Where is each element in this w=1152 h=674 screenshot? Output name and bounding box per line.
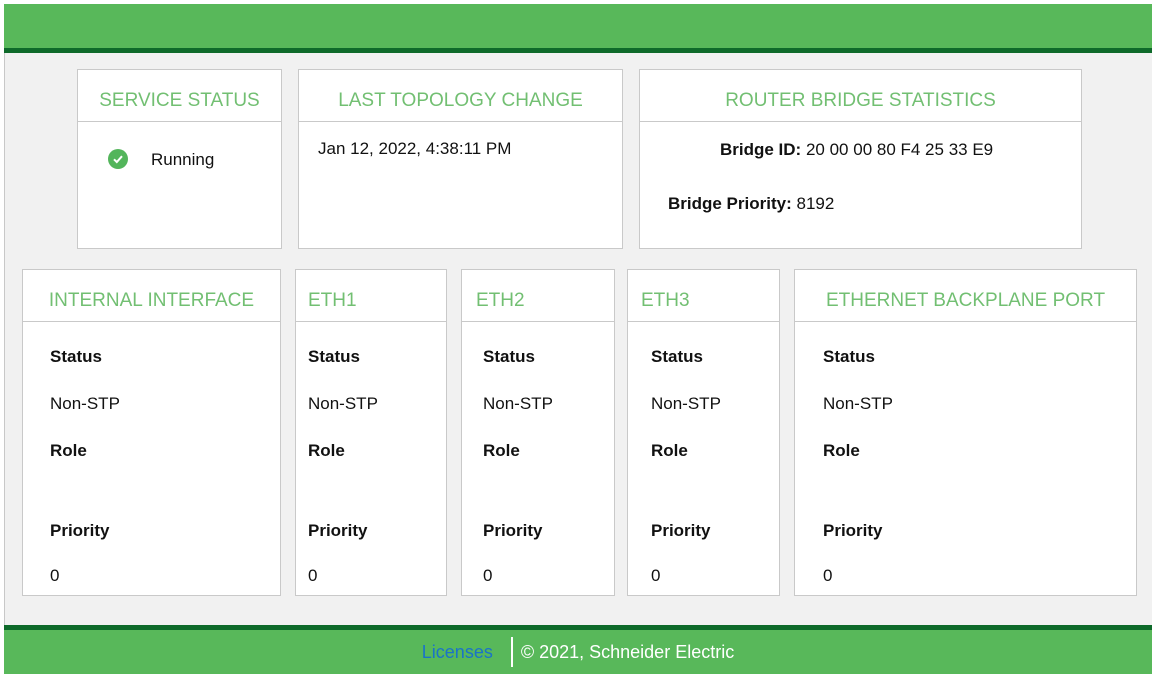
check-circle-icon: [108, 149, 128, 169]
status-value: Non-STP: [651, 394, 721, 413]
role-label: Role: [50, 441, 87, 460]
service-state-text: Running: [151, 150, 215, 169]
status-value: Non-STP: [483, 394, 553, 413]
footer-divider: [510, 637, 513, 667]
bridge-id-value: 20 00 00 80 F4 25 33 E9: [805, 140, 994, 159]
topology-change-timestamp: Jan 12, 2022, 4:38:11 PM: [318, 139, 512, 158]
role-label: Role: [483, 441, 520, 460]
port-card-eth2: ETH2 Status Non-STP Role Priority 0: [461, 269, 615, 596]
priority-value: 0: [483, 566, 493, 585]
footer-bar: Licenses © 2021, Schneider Electric: [4, 625, 1152, 674]
status-value: Non-STP: [308, 394, 378, 413]
status-label: Status: [308, 347, 360, 366]
last-topology-change-title: LAST TOPOLOGY CHANGE: [299, 70, 622, 122]
priority-label: Priority: [308, 521, 368, 540]
last-topology-change-card: LAST TOPOLOGY CHANGE Jan 12, 2022, 4:38:…: [298, 69, 623, 249]
service-status-card: SERVICE STATUS Running: [77, 69, 282, 249]
status-label: Status: [50, 347, 102, 366]
port-card-ethernet-backplane-port: ETHERNET BACKPLANE PORT Status Non-STP R…: [794, 269, 1137, 596]
status-value: Non-STP: [50, 394, 120, 413]
router-bridge-statistics-card: ROUTER BRIDGE STATISTICS Bridge ID: 20 0…: [639, 69, 1082, 249]
role-label: Role: [308, 441, 345, 460]
priority-value: 0: [50, 566, 60, 585]
port-title: ETH1: [296, 270, 446, 322]
router-bridge-statistics-title: ROUTER BRIDGE STATISTICS: [640, 70, 1081, 122]
copyright-text: © 2021, Schneider Electric: [520, 641, 735, 662]
bridge-priority-value: 8192: [796, 194, 835, 213]
priority-value: 0: [651, 566, 661, 585]
priority-label: Priority: [483, 521, 543, 540]
priority-value: 0: [823, 566, 833, 585]
status-label: Status: [823, 347, 875, 366]
port-card-eth1: ETH1 Status Non-STP Role Priority 0: [295, 269, 447, 596]
bridge-id-label: Bridge ID:: [720, 140, 802, 159]
port-card-eth3: ETH3 Status Non-STP Role Priority 0: [627, 269, 780, 596]
port-title: ETH2: [462, 270, 614, 322]
priority-value: 0: [308, 566, 318, 585]
status-label: Status: [651, 347, 703, 366]
port-card-internal-interface: INTERNAL INTERFACE Status Non-STP Role P…: [22, 269, 281, 596]
priority-label: Priority: [651, 521, 711, 540]
port-title: ETH3: [628, 270, 779, 322]
bridge-id-row: Bridge ID: 20 00 00 80 F4 25 33 E9: [720, 140, 993, 160]
role-label: Role: [651, 441, 688, 460]
port-title: ETHERNET BACKPLANE PORT: [795, 270, 1136, 322]
priority-label: Priority: [50, 521, 110, 540]
licenses-link[interactable]: Licenses: [422, 642, 493, 663]
port-title: INTERNAL INTERFACE: [23, 270, 280, 322]
role-label: Role: [823, 441, 860, 460]
bridge-priority-row: Bridge Priority: 8192: [668, 194, 834, 214]
status-value: Non-STP: [823, 394, 893, 413]
service-status-title: SERVICE STATUS: [78, 70, 281, 122]
top-header-bar: [4, 4, 1152, 53]
priority-label: Priority: [823, 521, 883, 540]
bridge-priority-label: Bridge Priority:: [668, 194, 792, 213]
status-label: Status: [483, 347, 535, 366]
